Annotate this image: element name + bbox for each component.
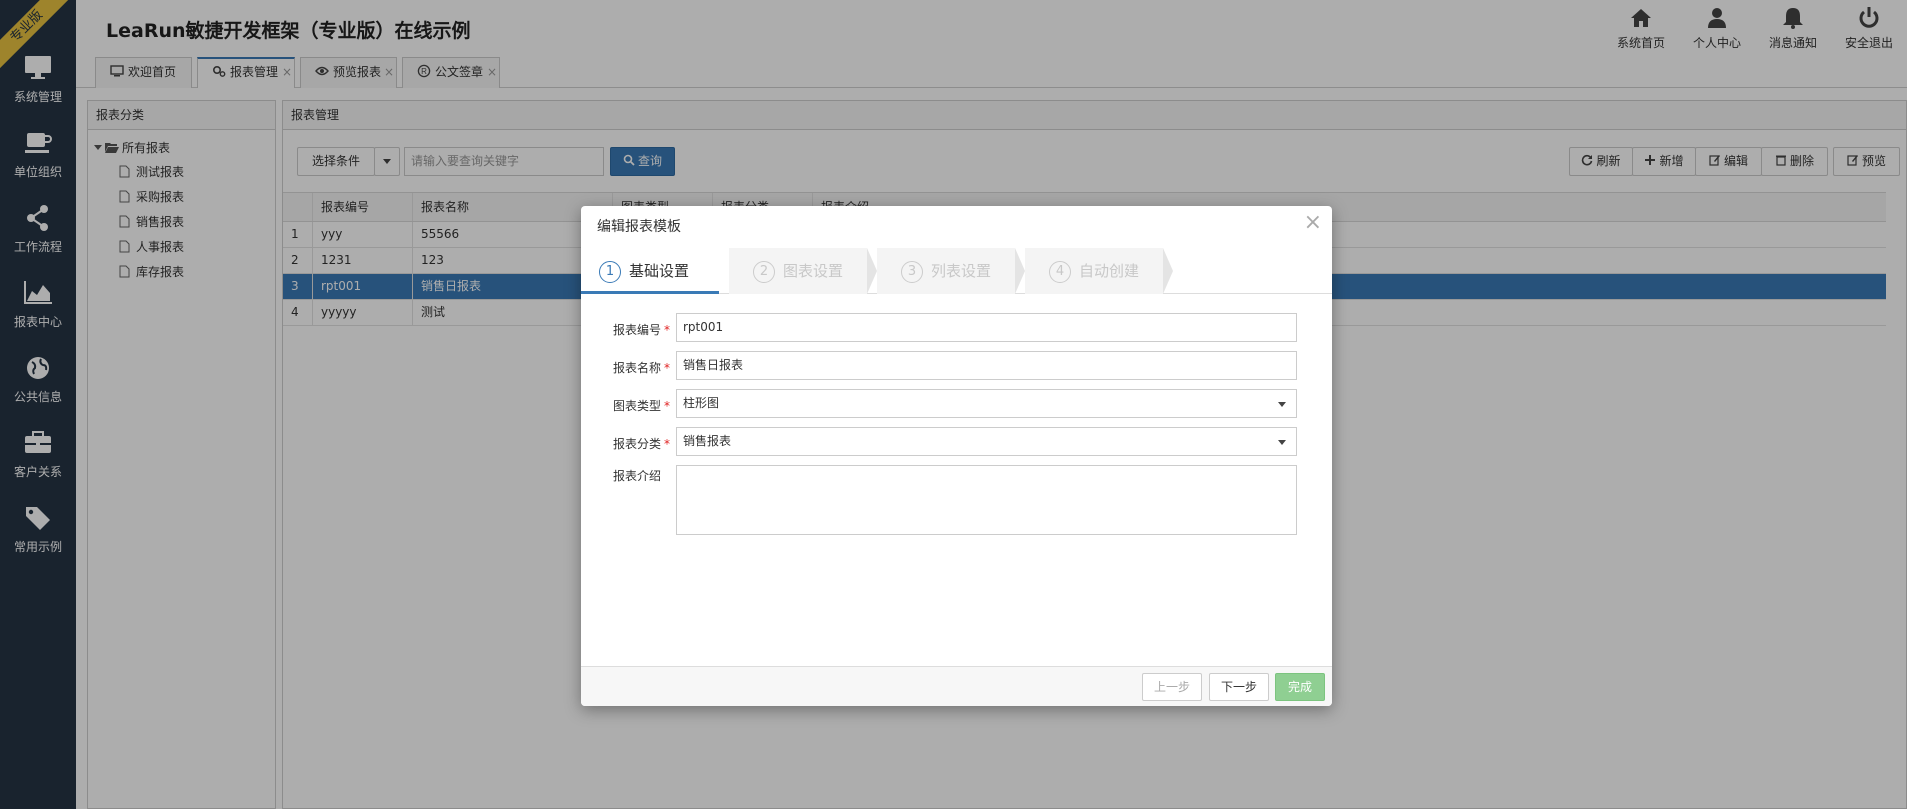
field-row-chart-type: 图表类型 * 柱形图 <box>581 389 1332 419</box>
report-code-input[interactable]: rpt001 <box>676 313 1297 342</box>
step-chart-settings[interactable]: 2 图表设置 <box>729 248 867 294</box>
caret-down-icon <box>1278 440 1286 445</box>
close-icon[interactable]: × <box>1304 210 1322 235</box>
report-category-select[interactable]: 销售报表 <box>676 427 1297 456</box>
field-label: 报表分类 * <box>613 435 670 452</box>
step-label: 图表设置 <box>783 262 844 280</box>
step-number: 3 <box>901 261 923 283</box>
step-auto-create[interactable]: 4 自动创建 <box>1025 248 1163 294</box>
step-label: 自动创建 <box>1079 262 1140 280</box>
field-label-text: 报表名称 <box>613 361 662 375</box>
step-label: 基础设置 <box>629 262 690 280</box>
finish-button[interactable]: 完成 <box>1275 673 1325 701</box>
field-row-intro: 报表介绍 <box>581 465 1332 537</box>
chart-type-select[interactable]: 柱形图 <box>676 389 1297 418</box>
dialog-title: 编辑报表模板 <box>597 219 681 235</box>
report-category-value: 销售报表 <box>683 434 732 448</box>
chart-type-value: 柱形图 <box>683 396 720 410</box>
dialog-footer: 上一步 下一步 完成 <box>581 666 1332 706</box>
step-number: 4 <box>1049 261 1071 283</box>
step-number: 2 <box>753 261 775 283</box>
step-separator <box>1163 248 1173 294</box>
next-step-button[interactable]: 下一步 <box>1209 673 1269 701</box>
prev-step-button[interactable]: 上一步 <box>1142 673 1202 701</box>
edit-report-template-dialog: 编辑报表模板 × 1 基础设置 2 图表设置 3 列表设置 4 自动创建 报表编号 * r… <box>581 206 1332 706</box>
required-mark: * <box>664 323 671 337</box>
field-row-code: 报表编号 * rpt001 <box>581 313 1332 343</box>
step-separator <box>1015 248 1025 294</box>
caret-down-icon <box>1278 402 1286 407</box>
report-intro-textarea[interactable] <box>676 465 1297 535</box>
required-mark: * <box>664 437 671 451</box>
field-label: 报表介绍 <box>613 467 661 484</box>
wizard-steps: 1 基础设置 2 图表设置 3 列表设置 4 自动创建 <box>581 248 1332 294</box>
field-row-name: 报表名称 * 销售日报表 <box>581 351 1332 381</box>
required-mark: * <box>664 399 671 413</box>
required-mark: * <box>664 361 671 375</box>
report-name-input[interactable]: 销售日报表 <box>676 351 1297 380</box>
step-list-settings[interactable]: 3 列表设置 <box>877 248 1015 294</box>
step-separator <box>719 248 729 294</box>
field-label: 报表名称 * <box>613 359 670 376</box>
field-row-category: 报表分类 * 销售报表 <box>581 427 1332 457</box>
step-separator <box>867 248 877 294</box>
step-label: 列表设置 <box>931 262 992 280</box>
field-label: 报表编号 * <box>613 321 670 338</box>
field-label-text: 图表类型 <box>613 399 662 413</box>
field-label-text: 报表分类 <box>613 437 662 451</box>
field-label-text: 报表编号 <box>613 323 662 337</box>
step-number: 1 <box>599 261 621 283</box>
field-label: 图表类型 * <box>613 397 670 414</box>
step-basic-settings[interactable]: 1 基础设置 <box>581 248 719 294</box>
field-label-text: 报表介绍 <box>613 469 662 483</box>
